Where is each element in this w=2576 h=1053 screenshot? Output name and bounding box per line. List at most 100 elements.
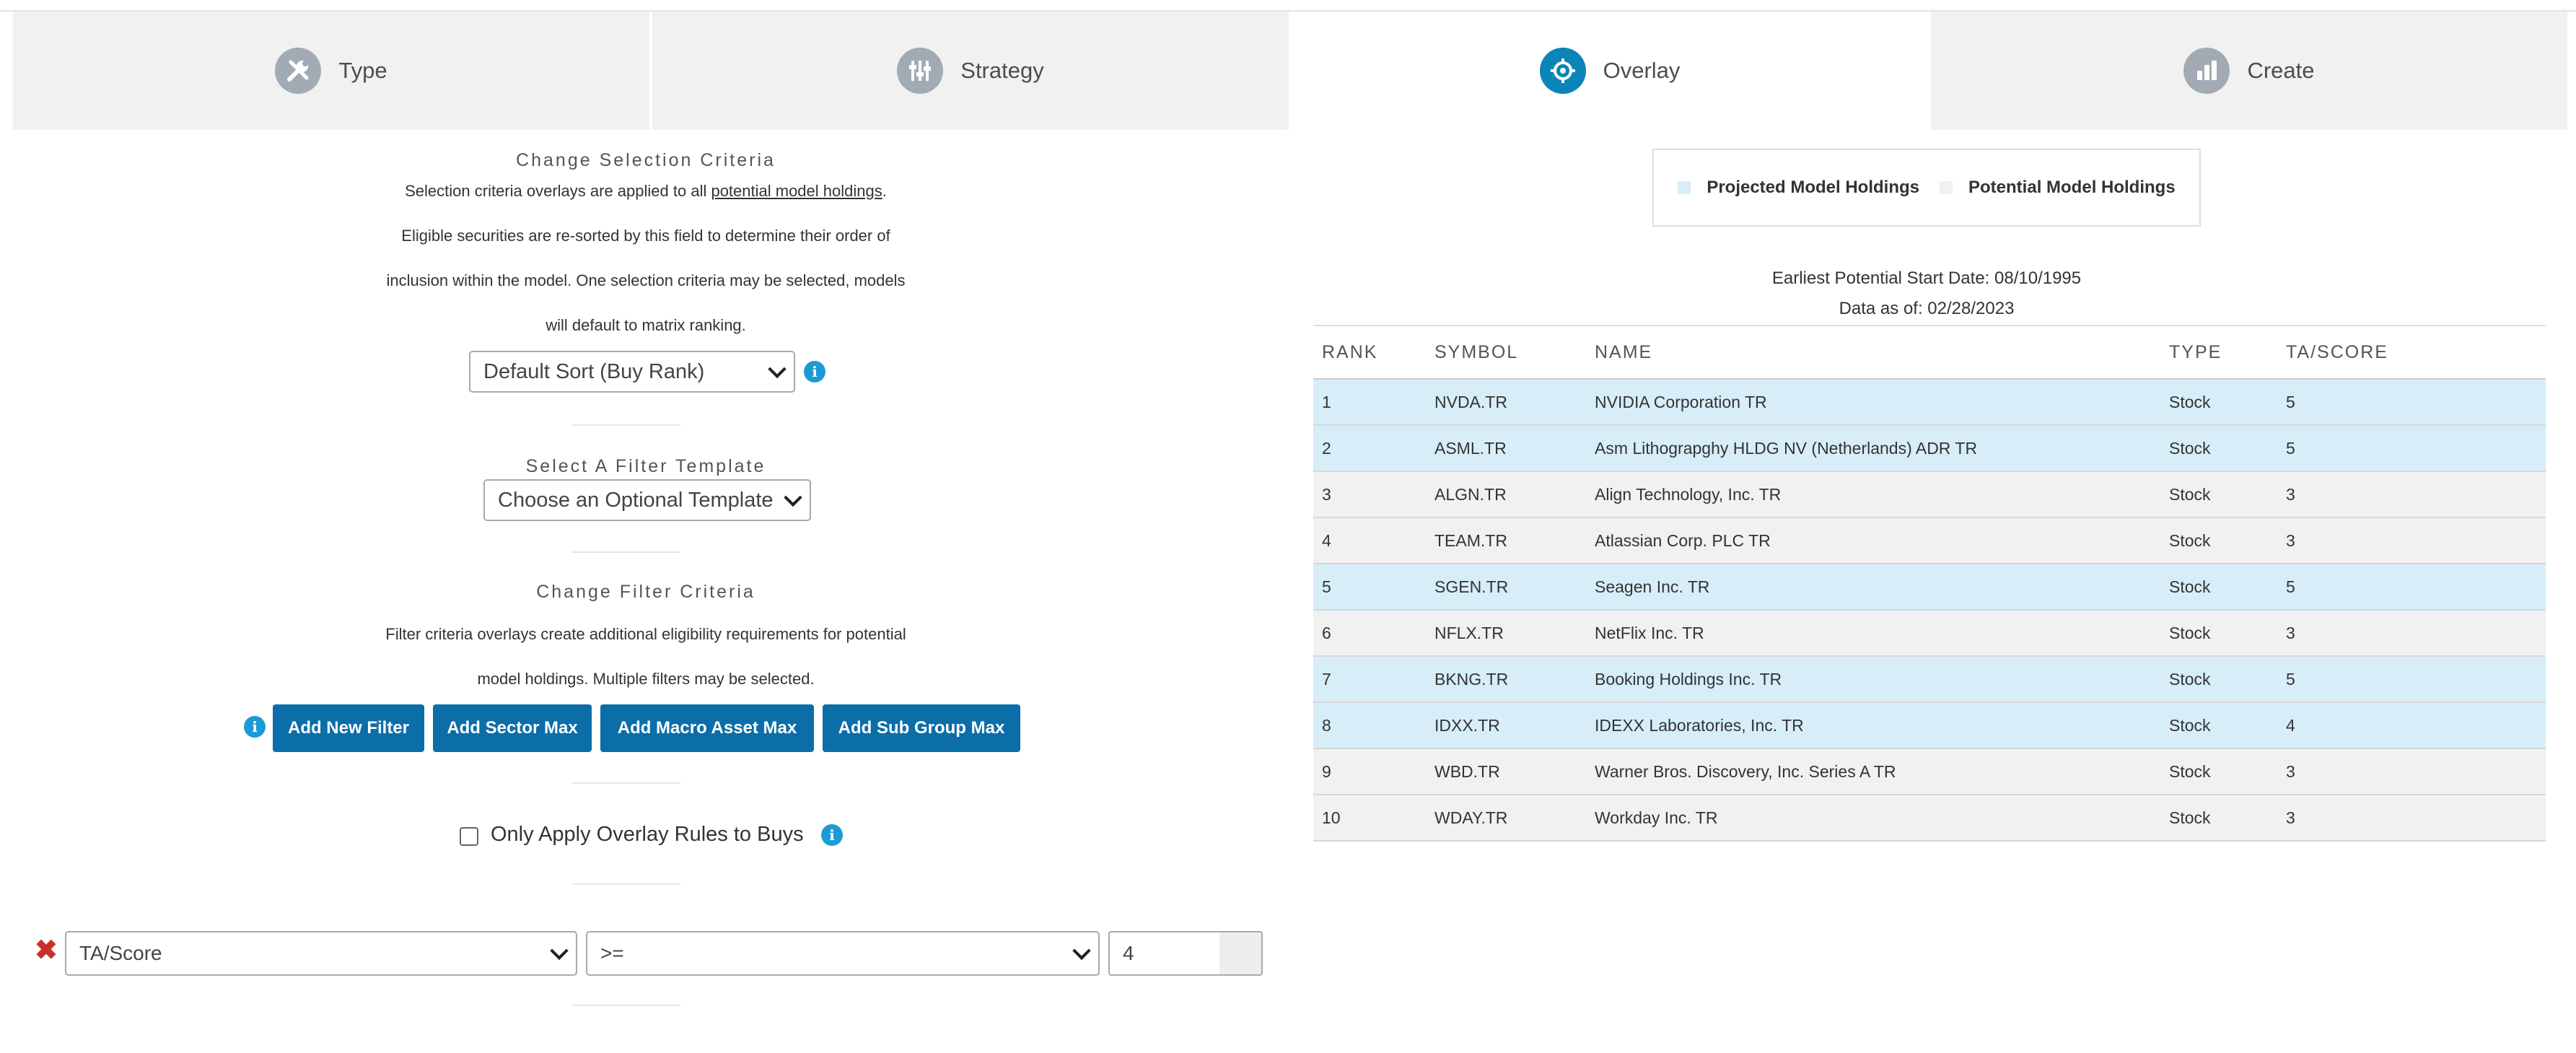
info-icon[interactable]: i bbox=[804, 361, 825, 383]
cell-name: Seagen Inc. TR bbox=[1595, 577, 1710, 596]
cell-type: Stock bbox=[2169, 438, 2211, 458]
cell-score: 5 bbox=[2286, 577, 2295, 596]
cell-type: Stock bbox=[2169, 715, 2211, 735]
table-row[interactable]: 7 BKNG.TR Booking Holdings Inc. TR Stock 5 bbox=[1313, 657, 2546, 703]
tab-overlay[interactable]: Overlay bbox=[1292, 12, 1931, 130]
tab-type[interactable]: Type bbox=[13, 12, 652, 130]
cell-name: Warner Bros. Discovery, Inc. Series A TR bbox=[1595, 761, 1896, 781]
tab-label: Type bbox=[338, 58, 387, 83]
cell-name: Booking Holdings Inc. TR bbox=[1595, 669, 1782, 689]
cell-type: Stock bbox=[2169, 761, 2211, 781]
column-header-symbol[interactable]: SYMBOL bbox=[1434, 342, 1595, 363]
chevron-down-icon bbox=[1072, 941, 1091, 961]
criteria-panel: Change Selection Criteria Selection crit… bbox=[14, 130, 1284, 1053]
legend-potential-label: Potential Model Holdings bbox=[1968, 178, 2176, 197]
cell-name: Atlassian Corp. PLC TR bbox=[1595, 530, 1771, 550]
table-row[interactable]: 2 ASML.TR Asm Lithograpghy HLDG NV (Nether… bbox=[1313, 426, 2546, 472]
filter-template-select[interactable]: Choose an Optional Template bbox=[483, 479, 811, 521]
cell-rank: 4 bbox=[1322, 530, 1331, 550]
table-row[interactable]: 10 WDAY.TR Workday Inc. TR Stock 3 bbox=[1313, 795, 2546, 842]
column-header-rank[interactable]: RANK bbox=[1313, 342, 1434, 363]
cell-symbol: BKNG.TR bbox=[1434, 669, 1509, 689]
selection-text-end: . bbox=[882, 182, 887, 200]
cell-name: NetFlix Inc. TR bbox=[1595, 623, 1704, 642]
selection-description-line: Eligible securities are re-sorted by thi… bbox=[401, 227, 890, 245]
filter-value-addon bbox=[1219, 931, 1263, 976]
chevron-down-icon bbox=[784, 488, 802, 507]
overlay-buys-checkbox[interactable] bbox=[460, 827, 478, 846]
column-header-score[interactable]: TA/SCORE bbox=[2286, 342, 2524, 363]
add-macro-asset-max-button[interactable]: Add Macro Asset Max bbox=[600, 704, 814, 752]
filter-operator-select[interactable]: >= bbox=[586, 931, 1100, 976]
cell-rank: 10 bbox=[1322, 808, 1341, 827]
cell-rank: 7 bbox=[1322, 669, 1331, 689]
selection-criteria-title: Change Selection Criteria bbox=[516, 150, 776, 170]
cell-type: Stock bbox=[2169, 808, 2211, 827]
cell-rank: 5 bbox=[1322, 577, 1331, 596]
column-header-name[interactable]: NAME bbox=[1595, 342, 2169, 363]
info-icon[interactable]: i bbox=[821, 824, 843, 846]
overlay-icon bbox=[1539, 48, 1586, 94]
add-sub-group-max-button[interactable]: Add Sub Group Max bbox=[823, 704, 1020, 752]
cell-rank: 1 bbox=[1322, 392, 1331, 411]
tab-strategy[interactable]: Strategy bbox=[652, 12, 1292, 130]
chevron-down-icon bbox=[768, 359, 787, 379]
sort-select-value: Default Sort (Buy Rank) bbox=[483, 359, 705, 383]
selection-description-line: Selection criteria overlays are applied … bbox=[14, 182, 1277, 201]
cell-symbol: IDXX.TR bbox=[1434, 715, 1500, 735]
table-row[interactable]: 3 ALGN.TR Align Technology, Inc. TR Stock 3 bbox=[1313, 472, 2546, 518]
divider bbox=[572, 551, 680, 553]
selection-description-line: will default to matrix ranking. bbox=[546, 316, 746, 334]
table-row[interactable]: 1 NVDA.TR NVIDIA Corporation TR Stock 5 bbox=[1313, 380, 2546, 426]
table-row[interactable]: 6 NFLX.TR NetFlix Inc. TR Stock 3 bbox=[1313, 611, 2546, 657]
page: Type Strategy Overlay Create Change Sele… bbox=[0, 0, 2576, 1053]
cell-score: 4 bbox=[2286, 715, 2295, 735]
divider bbox=[572, 883, 680, 885]
selection-text: Selection criteria overlays are applied … bbox=[405, 182, 711, 200]
filter-template-title: Select A Filter Template bbox=[525, 456, 766, 476]
cell-symbol: ALGN.TR bbox=[1434, 484, 1507, 504]
table-row[interactable]: 9 WBD.TR Warner Bros. Discovery, Inc. Seri… bbox=[1313, 749, 2546, 795]
column-header-type[interactable]: TYPE bbox=[2169, 342, 2286, 363]
potential-holdings-link[interactable]: potential model holdings bbox=[711, 182, 882, 200]
add-new-filter-button[interactable]: Add New Filter bbox=[273, 704, 424, 752]
cell-name: NVIDIA Corporation TR bbox=[1595, 392, 1767, 411]
cell-rank: 2 bbox=[1322, 438, 1331, 458]
table-row[interactable]: 5 SGEN.TR Seagen Inc. TR Stock 5 bbox=[1313, 564, 2546, 611]
table-body: 1 NVDA.TR NVIDIA Corporation TR Stock 5 2 ASML… bbox=[1313, 380, 2546, 842]
cell-score: 3 bbox=[2286, 623, 2295, 642]
projected-swatch bbox=[1678, 181, 1691, 194]
tab-label: Strategy bbox=[960, 58, 1044, 83]
cell-symbol: ASML.TR bbox=[1434, 438, 1507, 458]
wizard-tabs: Type Strategy Overlay Create bbox=[13, 12, 2567, 130]
filter-field-select[interactable]: TA/Score bbox=[65, 931, 577, 976]
tab-create[interactable]: Create bbox=[1931, 12, 2567, 130]
add-sector-max-button[interactable]: Add Sector Max bbox=[433, 704, 592, 752]
remove-filter-icon[interactable]: ✖ bbox=[35, 934, 58, 966]
data-as-of-text: Data as of: 02/28/2023 bbox=[1839, 299, 2015, 318]
cell-symbol: NVDA.TR bbox=[1434, 392, 1507, 411]
cell-type: Stock bbox=[2169, 530, 2211, 550]
legend-potential: Potential Model Holdings bbox=[1940, 178, 2176, 198]
wrench-icon bbox=[275, 48, 322, 94]
cell-score: 5 bbox=[2286, 392, 2295, 411]
info-icon[interactable]: i bbox=[244, 716, 266, 738]
divider bbox=[572, 1005, 680, 1006]
sort-select[interactable]: Default Sort (Buy Rank) bbox=[469, 351, 795, 393]
cell-symbol: WDAY.TR bbox=[1434, 808, 1508, 827]
cell-type: Stock bbox=[2169, 669, 2211, 689]
cell-rank: 9 bbox=[1322, 761, 1331, 781]
cell-score: 3 bbox=[2286, 808, 2295, 827]
chevron-down-icon bbox=[550, 941, 569, 961]
potential-swatch bbox=[1940, 181, 1953, 194]
cell-rank: 8 bbox=[1322, 715, 1331, 735]
table-row[interactable]: 8 IDXX.TR IDEXX Laboratories, Inc. TR Stock… bbox=[1313, 703, 2546, 749]
cell-name: Align Technology, Inc. TR bbox=[1595, 484, 1782, 504]
table-row[interactable]: 4 TEAM.TR Atlassian Corp. PLC TR Stock 3 bbox=[1313, 518, 2546, 564]
filter-value-input[interactable]: 4 bbox=[1108, 931, 1221, 976]
filter-value-text: 4 bbox=[1123, 942, 1134, 964]
overlay-buys-label: Only Apply Overlay Rules to Buys bbox=[491, 823, 804, 846]
filter-template-value: Choose an Optional Template bbox=[498, 488, 774, 512]
cell-symbol: SGEN.TR bbox=[1434, 577, 1509, 596]
tab-label: Overlay bbox=[1603, 58, 1681, 83]
